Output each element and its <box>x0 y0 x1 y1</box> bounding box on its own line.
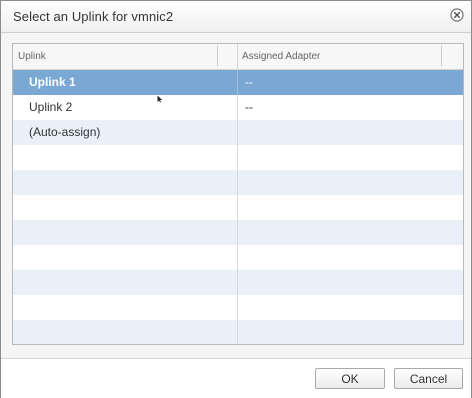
adapter-cell <box>237 120 463 145</box>
table-row-empty <box>13 270 463 295</box>
table-row-empty <box>13 220 463 245</box>
uplink-cell <box>13 145 237 170</box>
mouse-cursor-icon <box>157 95 163 103</box>
ok-button[interactable]: OK <box>315 368 385 389</box>
adapter-cell <box>237 195 463 220</box>
uplink-cell <box>13 170 237 195</box>
table-row-uplink-2[interactable]: Uplink 2 -- <box>13 95 463 120</box>
adapter-cell: -- <box>237 70 463 95</box>
dialog-title: Select an Uplink for vmnic2 <box>13 9 174 24</box>
grid-header: Uplink Assigned Adapter <box>13 44 463 70</box>
uplink-cell: (Auto-assign) <box>29 125 101 139</box>
uplink-cell: Uplink 1 <box>29 75 76 89</box>
dialog-content: Uplink Assigned Adapter Uplink 1 -- Upli… <box>1 33 471 358</box>
uplink-cell <box>13 195 237 220</box>
close-icon[interactable] <box>450 8 464 22</box>
adapter-cell <box>237 220 463 245</box>
table-row-empty <box>13 295 463 320</box>
column-resize-handle[interactable] <box>441 46 442 66</box>
uplink-cell <box>13 220 237 245</box>
table-row-empty <box>13 245 463 270</box>
adapter-cell <box>237 320 463 344</box>
adapter-cell <box>237 245 463 270</box>
dialog-footer: OK Cancel <box>1 358 471 398</box>
uplink-cell <box>13 320 237 344</box>
table-row-empty <box>13 170 463 195</box>
uplink-cell <box>13 245 237 270</box>
adapter-cell <box>237 170 463 195</box>
column-header-assigned-adapter[interactable]: Assigned Adapter <box>237 44 463 69</box>
column-resize-handle[interactable] <box>217 46 218 66</box>
grid-body: Uplink 1 -- Uplink 2 -- (Auto-assign) <box>13 70 463 344</box>
adapter-cell: -- <box>237 95 463 120</box>
dialog-titlebar: Select an Uplink for vmnic2 <box>1 1 471 33</box>
adapter-cell <box>237 145 463 170</box>
column-header-uplink[interactable]: Uplink <box>13 44 237 69</box>
uplink-grid: Uplink Assigned Adapter Uplink 1 -- Upli… <box>12 43 464 345</box>
adapter-cell <box>237 295 463 320</box>
table-row-uplink-1[interactable]: Uplink 1 -- <box>13 70 463 95</box>
uplink-cell <box>13 270 237 295</box>
table-row-auto-assign[interactable]: (Auto-assign) <box>13 120 463 145</box>
uplink-cell: Uplink 2 <box>29 100 73 114</box>
adapter-cell <box>237 270 463 295</box>
table-row-empty <box>13 320 463 344</box>
uplink-cell <box>13 295 237 320</box>
select-uplink-dialog: Select an Uplink for vmnic2 Uplink Assig… <box>0 0 472 398</box>
table-row-empty <box>13 145 463 170</box>
cancel-button[interactable]: Cancel <box>394 368 463 389</box>
table-row-empty <box>13 195 463 220</box>
